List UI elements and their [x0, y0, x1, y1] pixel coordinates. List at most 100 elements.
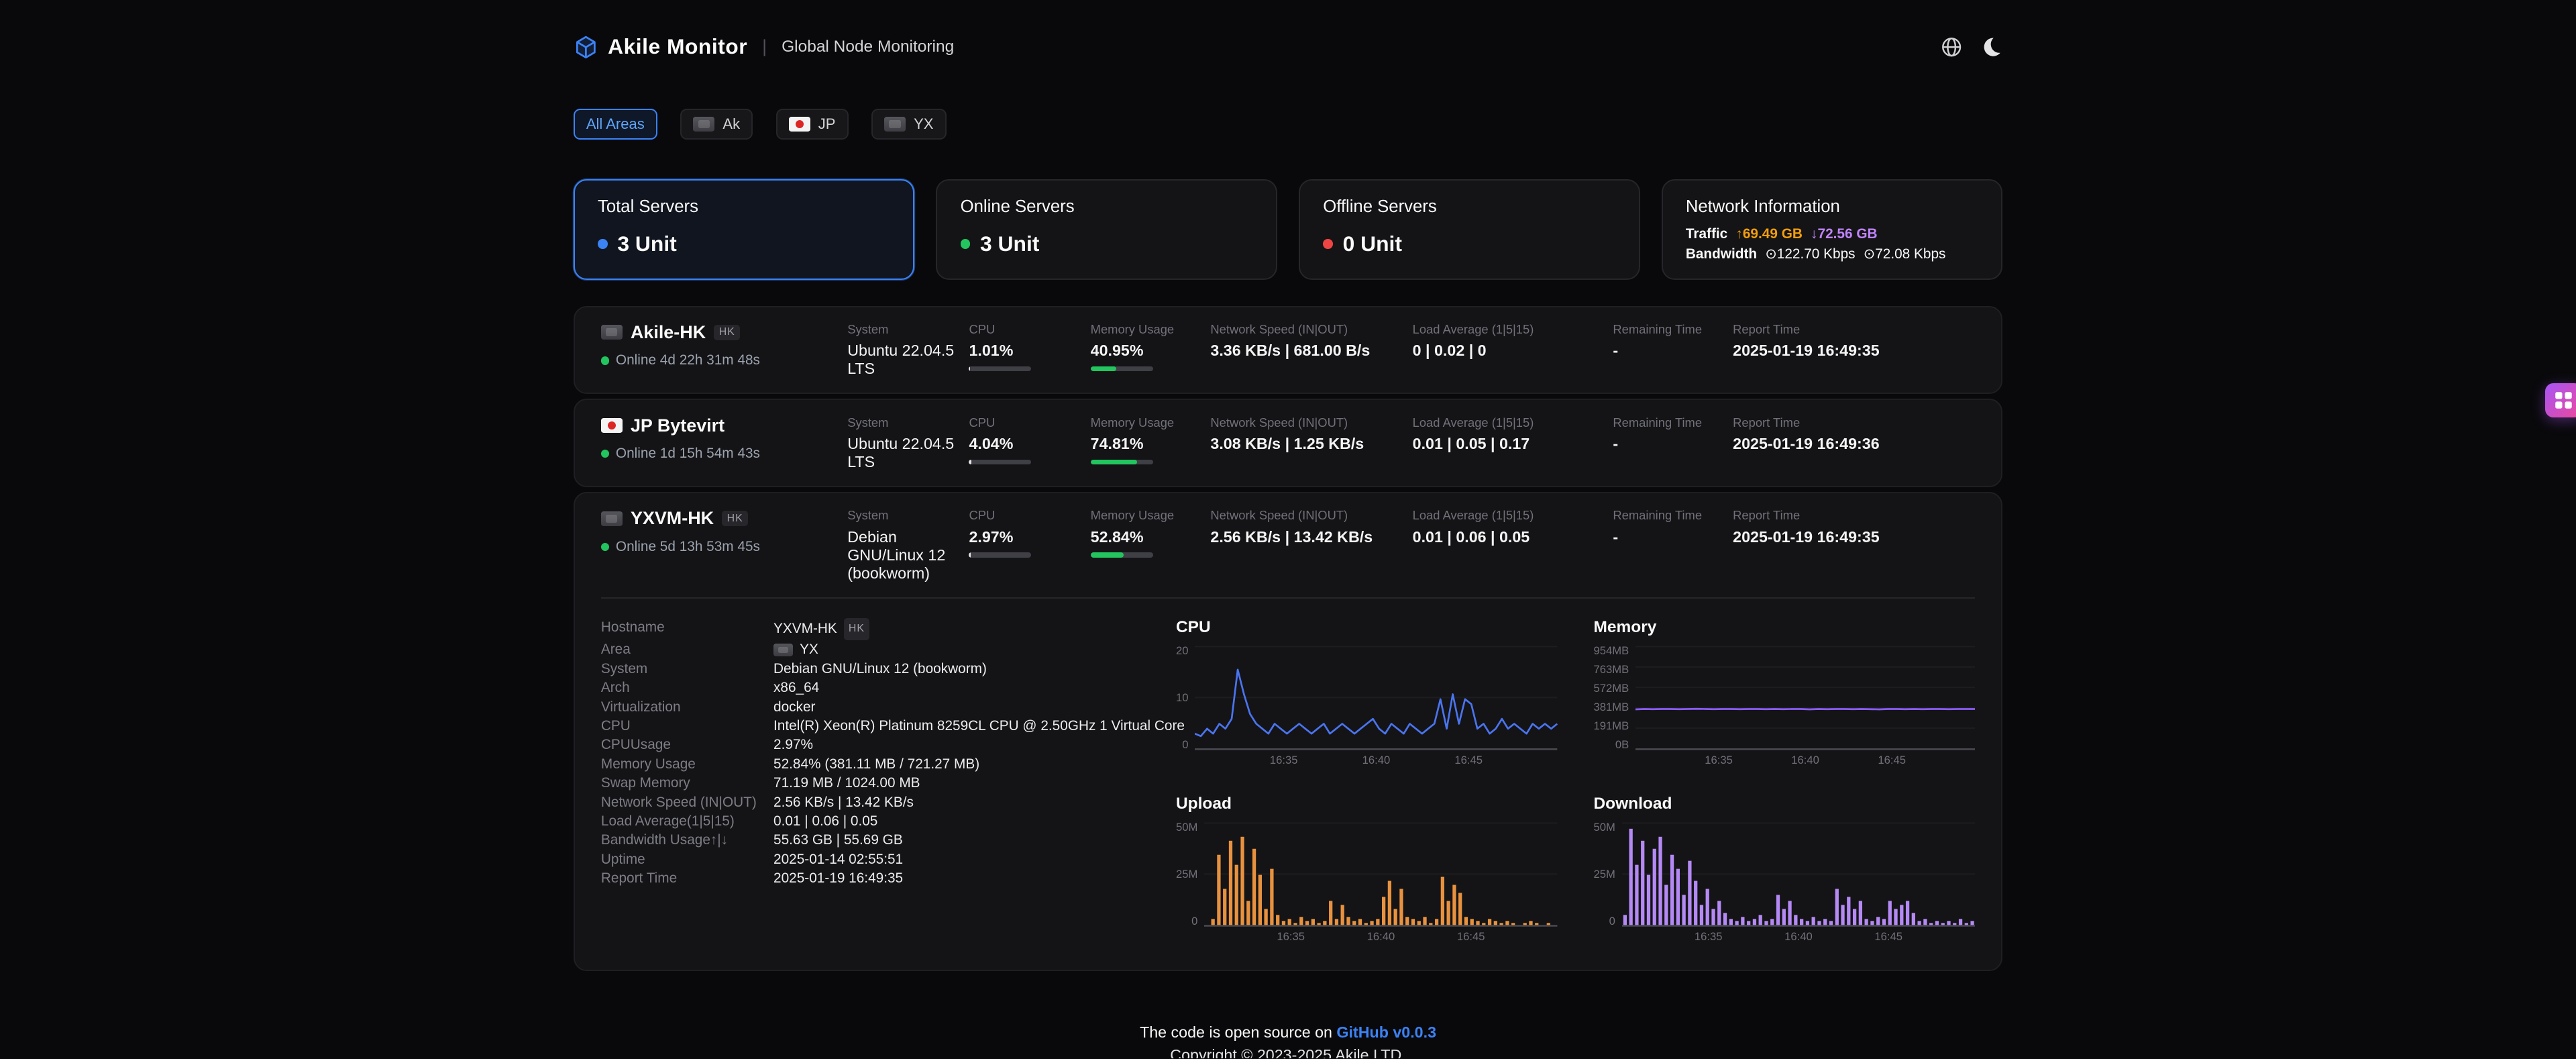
detail-label: Area: [601, 640, 773, 659]
column-label-load-average: Load Average (1|5|15): [1413, 508, 1613, 523]
column-label-memory: Memory Usage: [1091, 508, 1211, 523]
github-link[interactable]: GitHub v0.0.3: [1336, 1023, 1436, 1041]
server-row-yxvm-hk[interactable]: YXVM-HK HK Online 5d 13h 53m 45s System …: [574, 492, 2003, 970]
detail-row-virtualization: Virtualizationdocker: [601, 698, 1176, 717]
system-value: Ubuntu 22.04.5 LTS: [847, 435, 959, 471]
detail-label: CPU: [601, 717, 773, 736]
server-row-akile-hk[interactable]: Akile-HK HK Online 4d 22h 31m 48s System…: [574, 306, 2003, 394]
column-label-system: System: [847, 322, 959, 337]
report-time-value: 2025-01-19 16:49:35: [1733, 342, 1975, 360]
jp-flag-icon: [789, 117, 810, 132]
remaining-time-value: -: [1613, 528, 1733, 546]
x-axis-labels: 16:3516:4016:45: [1195, 750, 1557, 768]
ak-flag-icon: [693, 117, 714, 132]
card-title: Total Servers: [598, 197, 890, 217]
server-identity: JP Bytevirt Online 1d 15h 54m 43s: [601, 415, 847, 462]
network-speed-value: 3.08 KB/s | 1.25 KB/s: [1210, 435, 1412, 453]
offline-servers-card[interactable]: Offline Servers 0 Unit: [1299, 179, 1640, 279]
column-label-network-speed: Network Speed (IN|OUT): [1210, 415, 1412, 430]
tab-jp[interactable]: JP: [776, 109, 849, 140]
column-label-network-speed: Network Speed (IN|OUT): [1210, 322, 1412, 337]
column-label-cpu: CPU: [969, 415, 1090, 430]
grid-icon: [2555, 391, 2573, 409]
system-value: Debian GNU/Linux 12 (bookworm): [847, 528, 959, 583]
detail-value: 55.63 GB | 55.69 GB: [773, 831, 903, 850]
x-axis-labels: 16:3516:4016:45: [1204, 927, 1557, 945]
jp-flag-icon: [601, 418, 623, 433]
tab-label: All Areas: [586, 115, 645, 133]
detail-label: Arch: [601, 678, 773, 697]
server-row-jp-bytevirt[interactable]: JP Bytevirt Online 1d 15h 54m 43s System…: [574, 399, 2003, 487]
detail-row-report-time: Report Time2025-01-19 16:49:35: [601, 869, 1176, 888]
copyright: Copyright © 2023-2025 Akile LTD.: [574, 1046, 2003, 1058]
column-label-remaining-time: Remaining Time: [1613, 508, 1733, 523]
card-title: Network Information: [1686, 197, 1978, 217]
server-name: YXVM-HK: [631, 508, 714, 529]
network-speed-value: 3.36 KB/s | 681.00 B/s: [1210, 342, 1412, 360]
column-label-memory: Memory Usage: [1091, 415, 1211, 430]
status-uptime-text: Online 5d 13h 53m 45s: [616, 539, 760, 555]
server-name: JP Bytevirt: [631, 415, 724, 436]
cpu-progress-bar: [969, 552, 1031, 557]
tab-all-areas[interactable]: All Areas: [574, 109, 657, 140]
network-speed-value: 2.56 KB/s | 13.42 KB/s: [1210, 528, 1412, 546]
tab-label: JP: [818, 115, 836, 133]
remaining-time-value: -: [1613, 342, 1733, 360]
floating-widget-button[interactable]: [2545, 383, 2576, 417]
card-title: Online Servers: [961, 197, 1253, 217]
cpu-value: 4.04%: [969, 435, 1090, 453]
server-row-main: JP Bytevirt Online 1d 15h 54m 43s System…: [601, 415, 1975, 471]
detail-row-cpuusage: CPUUsage2.97%: [601, 736, 1176, 754]
tab-label: Ak: [722, 115, 740, 133]
chart-plot-download: 16:3516:4016:45: [1622, 821, 1975, 945]
load-average-value: 0.01 | 0.05 | 0.17: [1413, 435, 1613, 453]
yx-flag-icon: [601, 511, 623, 526]
tab-label: YX: [914, 115, 933, 133]
detail-value: YX: [773, 640, 818, 659]
column-label-cpu: CPU: [969, 508, 1090, 523]
report-time-value: 2025-01-19 16:49:36: [1733, 435, 1975, 453]
total-servers-card[interactable]: Total Servers 3 Unit: [574, 179, 915, 279]
online-value: 3 Unit: [980, 232, 1039, 256]
detail-label: Hostname: [601, 618, 773, 640]
detail-label: Memory Usage: [601, 755, 773, 774]
load-average-value: 0 | 0.02 | 0: [1413, 342, 1613, 360]
hk-flag-icon: [601, 325, 623, 340]
cpu-progress-bar: [969, 366, 1031, 371]
language-toggle-button[interactable]: [1940, 36, 1963, 58]
bandwidth-label: Bandwidth: [1686, 246, 1757, 262]
tab-yx[interactable]: YX: [871, 109, 947, 140]
chart-title-upload: Upload: [1176, 795, 1558, 813]
column-label-load-average: Load Average (1|5|15): [1413, 415, 1613, 430]
y-axis-labels: 20100: [1176, 645, 1189, 750]
detail-row-uptime: Uptime2025-01-14 02:55:51: [601, 850, 1176, 869]
memory-progress-bar: [1091, 460, 1153, 464]
detail-value: 2025-01-19 16:49:35: [773, 869, 903, 888]
detail-value: YXVM-HKHK: [773, 618, 869, 640]
detail-label: Uptime: [601, 850, 773, 869]
detail-row-memory-usage: Memory Usage52.84% (381.11 MB / 721.27 M…: [601, 755, 1176, 774]
column-label-load-average: Load Average (1|5|15): [1413, 322, 1613, 337]
memory-value: 74.81%: [1091, 435, 1211, 453]
detail-row-bandwidth-usage: Bandwidth Usage↑|↓55.63 GB | 55.69 GB: [601, 831, 1176, 850]
column-label-memory: Memory Usage: [1091, 322, 1211, 337]
detail-value: 2025-01-14 02:55:51: [773, 850, 903, 869]
detail-value: 0.01 | 0.06 | 0.05: [773, 812, 877, 831]
y-axis-labels: 50M25M0: [1594, 821, 1615, 927]
logo-cube-icon: [574, 35, 598, 60]
memory-value: 40.95%: [1091, 342, 1211, 360]
chart-upload: Upload50M25M016:3516:4016:45: [1176, 795, 1558, 945]
footer: The code is open source on GitHub v0.0.3…: [574, 1023, 2003, 1058]
online-servers-card[interactable]: Online Servers 3 Unit: [936, 179, 1277, 279]
theme-toggle-moon-icon[interactable]: [1980, 36, 2002, 58]
detail-value: Debian GNU/Linux 12 (bookworm): [773, 660, 987, 678]
detail-row-system: SystemDebian GNU/Linux 12 (bookworm): [601, 660, 1176, 678]
tab-ak[interactable]: Ak: [680, 109, 753, 140]
detail-row-swap-memory: Swap Memory71.19 MB / 1024.00 MB: [601, 774, 1176, 793]
detail-value: 2.97%: [773, 736, 813, 754]
detail-label: Virtualization: [601, 698, 773, 717]
chart-cpu: CPU2010016:3516:4016:45: [1176, 618, 1558, 768]
x-axis-labels: 16:3516:4016:45: [1622, 927, 1975, 945]
traffic-up-value: ↑69.49 GB: [1735, 226, 1802, 242]
column-label-system: System: [847, 415, 959, 430]
